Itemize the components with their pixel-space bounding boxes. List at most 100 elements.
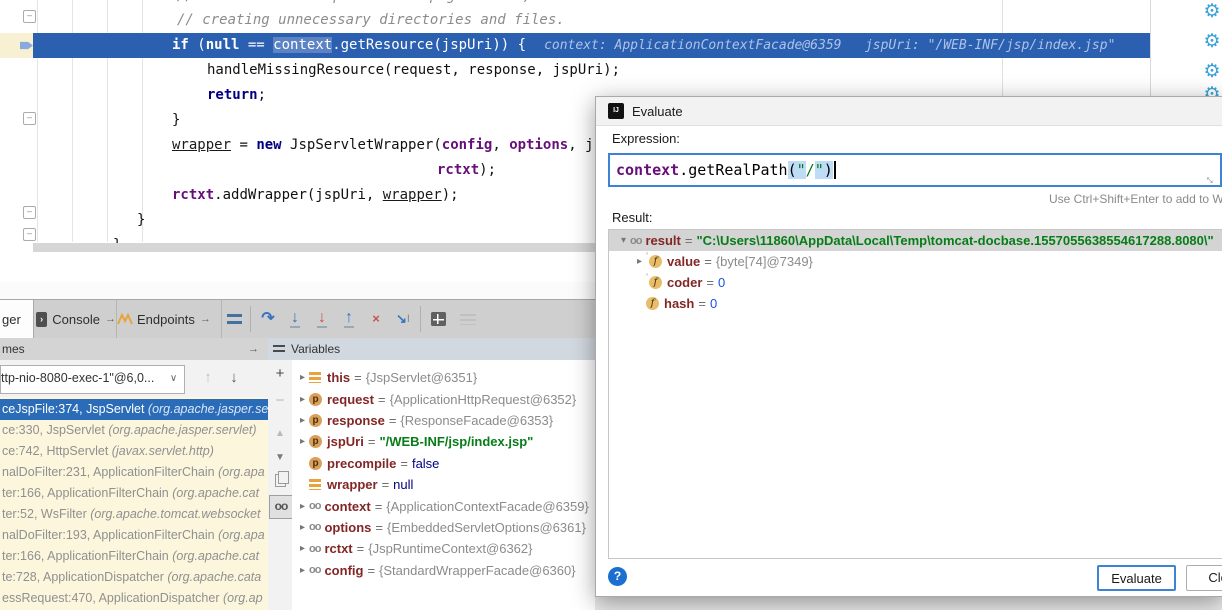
result-row[interactable]: ▾ooresult="C:\Users\11860\AppData\Local\… (609, 230, 1222, 251)
watch-icon: oo (630, 235, 641, 247)
expand-chevron-icon[interactable]: ▸ (296, 415, 309, 426)
expand-chevron-icon[interactable]: ▾ (617, 235, 630, 246)
variable-row[interactable]: ▸oorctxt={JspRuntimeContext@6362} (292, 538, 595, 559)
expression-input[interactable]: context.getRealPath("/") (608, 153, 1222, 187)
expand-chevron-icon[interactable]: ▸ (296, 372, 309, 383)
layout-settings-button[interactable] (222, 306, 246, 332)
variable-value: 0 (718, 275, 725, 290)
frame-row[interactable]: essRequest:470, ApplicationDispatcher (o… (0, 588, 268, 609)
frame-row[interactable]: ce:742, HttpServlet (javax.servlet.http) (0, 441, 268, 462)
variable-row[interactable]: ▸presponse={ResponseFacade@6353} (292, 410, 595, 431)
toolbar-separator (250, 306, 251, 332)
equals-sign: = (400, 456, 408, 471)
variable-row[interactable]: ▸oooptions={EmbeddedServletOptions@6361} (292, 517, 595, 538)
frame-row[interactable]: nalDoFilter:231, ApplicationFilterChain … (0, 462, 268, 483)
help-button[interactable]: ? (608, 567, 627, 586)
show-watches-toggle[interactable]: oo (269, 495, 293, 519)
move-down-button[interactable]: ▼ (270, 448, 290, 468)
step-into-button[interactable]: ↓ (283, 306, 307, 332)
result-row[interactable]: ’fcoder=0 (609, 272, 1222, 293)
equals-sign: = (367, 563, 375, 578)
frame-row[interactable]: nalDoFilter:193, ApplicationFilterChain … (0, 525, 268, 546)
next-frame-button[interactable]: ↓ (222, 366, 246, 390)
variable-row[interactable]: pprecompile=false (292, 453, 595, 474)
move-up-button[interactable]: ▲ (270, 424, 290, 444)
previous-frame-button[interactable]: ↑ (196, 366, 220, 390)
frame-row[interactable]: ter:52, WsFilter (org.apache.tomcat.webs… (0, 504, 268, 525)
variable-row[interactable]: ▸oocontext={ApplicationContextFacade@635… (292, 495, 595, 516)
watch-icon: oo (309, 543, 320, 555)
run-to-cursor-button[interactable]: ↘I (391, 306, 415, 332)
frame-package: (org.apache.jasper.servlet) (108, 423, 256, 437)
fold-marker-icon[interactable]: – (23, 206, 36, 219)
dialog-titlebar[interactable]: IJ Evaluate (596, 97, 1222, 126)
variable-row[interactable]: ▸ooconfig={StandardWrapperFacade@6360} (292, 560, 595, 581)
result-row[interactable]: ▸’fvalue={byte[74]@7349} (609, 251, 1222, 272)
expand-chevron-icon[interactable]: ▸ (296, 436, 309, 447)
variable-name: options (324, 520, 371, 535)
result-row[interactable]: fhash=0 (609, 293, 1222, 314)
gear-icon[interactable]: ⚙ (1202, 32, 1222, 52)
tab-debugger[interactable]: ger (0, 300, 34, 338)
focus-arrow-icon[interactable]: → (248, 338, 259, 360)
expand-chevron-icon[interactable]: ▸ (296, 394, 309, 405)
variable-row[interactable]: ▸this={JspServlet@6351} (292, 367, 595, 388)
thread-selector[interactable]: ttp-nio-8080-exec-1"@6,0... ∨ (0, 365, 185, 394)
tab-endpoints[interactable]: Endpoints → (113, 300, 222, 338)
variable-value: {ApplicationHttpRequest@6352} (390, 392, 577, 407)
run-to-cursor-icon: ↘ (396, 312, 407, 326)
fold-marker-icon[interactable]: – (23, 228, 36, 241)
force-step-into-button[interactable]: ↓ (310, 306, 334, 332)
code-line[interactable]: wrapper = new JspServletWrapper(config, … (172, 133, 644, 158)
variable-value: {JspServlet@6351} (366, 370, 478, 385)
tab-console[interactable]: › Console → (32, 300, 117, 338)
tab-endpoints-label: Endpoints (137, 312, 195, 327)
frame-row[interactable]: ceJspFile:374, JspServlet (org.apache.ja… (0, 399, 268, 420)
expand-chevron-icon[interactable]: ▸ (296, 543, 309, 554)
remove-watch-button[interactable]: − (270, 391, 290, 411)
parameter-icon: p (309, 393, 322, 406)
code-token: ); (479, 162, 496, 178)
evaluate-button[interactable]: Evaluate (1097, 565, 1176, 591)
code-line[interactable]: rctxt.addWrapper(jspUri, wrapper); (172, 183, 459, 208)
code-line[interactable]: rctxt); (437, 158, 496, 183)
frame-location: essRequest:470, ApplicationDispatcher (2, 591, 223, 605)
code-token: , (492, 137, 509, 153)
expand-chevron-icon[interactable]: ▸ (296, 522, 309, 533)
frame-row[interactable]: ter:166, ApplicationFilterChain (org.apa… (0, 546, 268, 567)
code-line[interactable]: } (137, 208, 145, 233)
step-over-button[interactable]: ↷ (256, 306, 280, 332)
variable-row[interactable]: wrapper=null (292, 474, 595, 495)
expand-chevron-icon[interactable]: ▸ (296, 501, 309, 512)
current-code-line[interactable]: if (null == context.getResource(jspUri))… (172, 33, 1115, 58)
code-line[interactable]: handleMissingResource(request, response,… (207, 58, 620, 83)
watch-icon: oo (309, 564, 320, 576)
variable-row[interactable]: ▸prequest={ApplicationHttpRequest@6352} (292, 388, 595, 409)
fold-marker-icon[interactable]: – (23, 112, 36, 125)
mute-renderers-button[interactable] (456, 306, 480, 332)
variable-row[interactable]: ▸pjspUri="/WEB-INF/jsp/index.jsp" (292, 431, 595, 452)
expand-chevron-icon[interactable]: ▸ (633, 256, 646, 267)
frame-row[interactable]: ter:166, ApplicationFilterChain (org.apa… (0, 483, 268, 504)
code-line[interactable]: // creating unnecessary directories and … (177, 8, 565, 33)
frame-package: (org.apache.cata (167, 570, 261, 584)
equals-sign: = (698, 296, 706, 311)
code-line[interactable]: return; (207, 83, 266, 108)
variable-value: null (393, 477, 413, 492)
variable-name: precompile (327, 456, 396, 471)
frame-location: ter:52, WsFilter (2, 507, 90, 521)
close-button[interactable]: Close (1186, 565, 1222, 591)
add-watch-button[interactable]: + (270, 364, 290, 384)
frame-row[interactable]: te:728, ApplicationDispatcher (org.apach… (0, 567, 268, 588)
drop-frame-button[interactable]: × (364, 306, 388, 332)
step-out-button[interactable]: ↑ (337, 306, 361, 332)
evaluate-expression-button[interactable] (426, 306, 450, 332)
code-line[interactable]: } (172, 108, 180, 133)
fold-marker-icon[interactable]: – (23, 10, 36, 23)
final-mark-icon: ’ (646, 251, 648, 261)
duplicate-icon[interactable] (275, 474, 286, 487)
gear-icon[interactable]: ⚙ (1202, 62, 1222, 82)
expand-chevron-icon[interactable]: ▸ (296, 565, 309, 576)
gear-icon[interactable]: ⚙ (1202, 2, 1222, 22)
frame-row[interactable]: ce:330, JspServlet (org.apache.jasper.se… (0, 420, 268, 441)
